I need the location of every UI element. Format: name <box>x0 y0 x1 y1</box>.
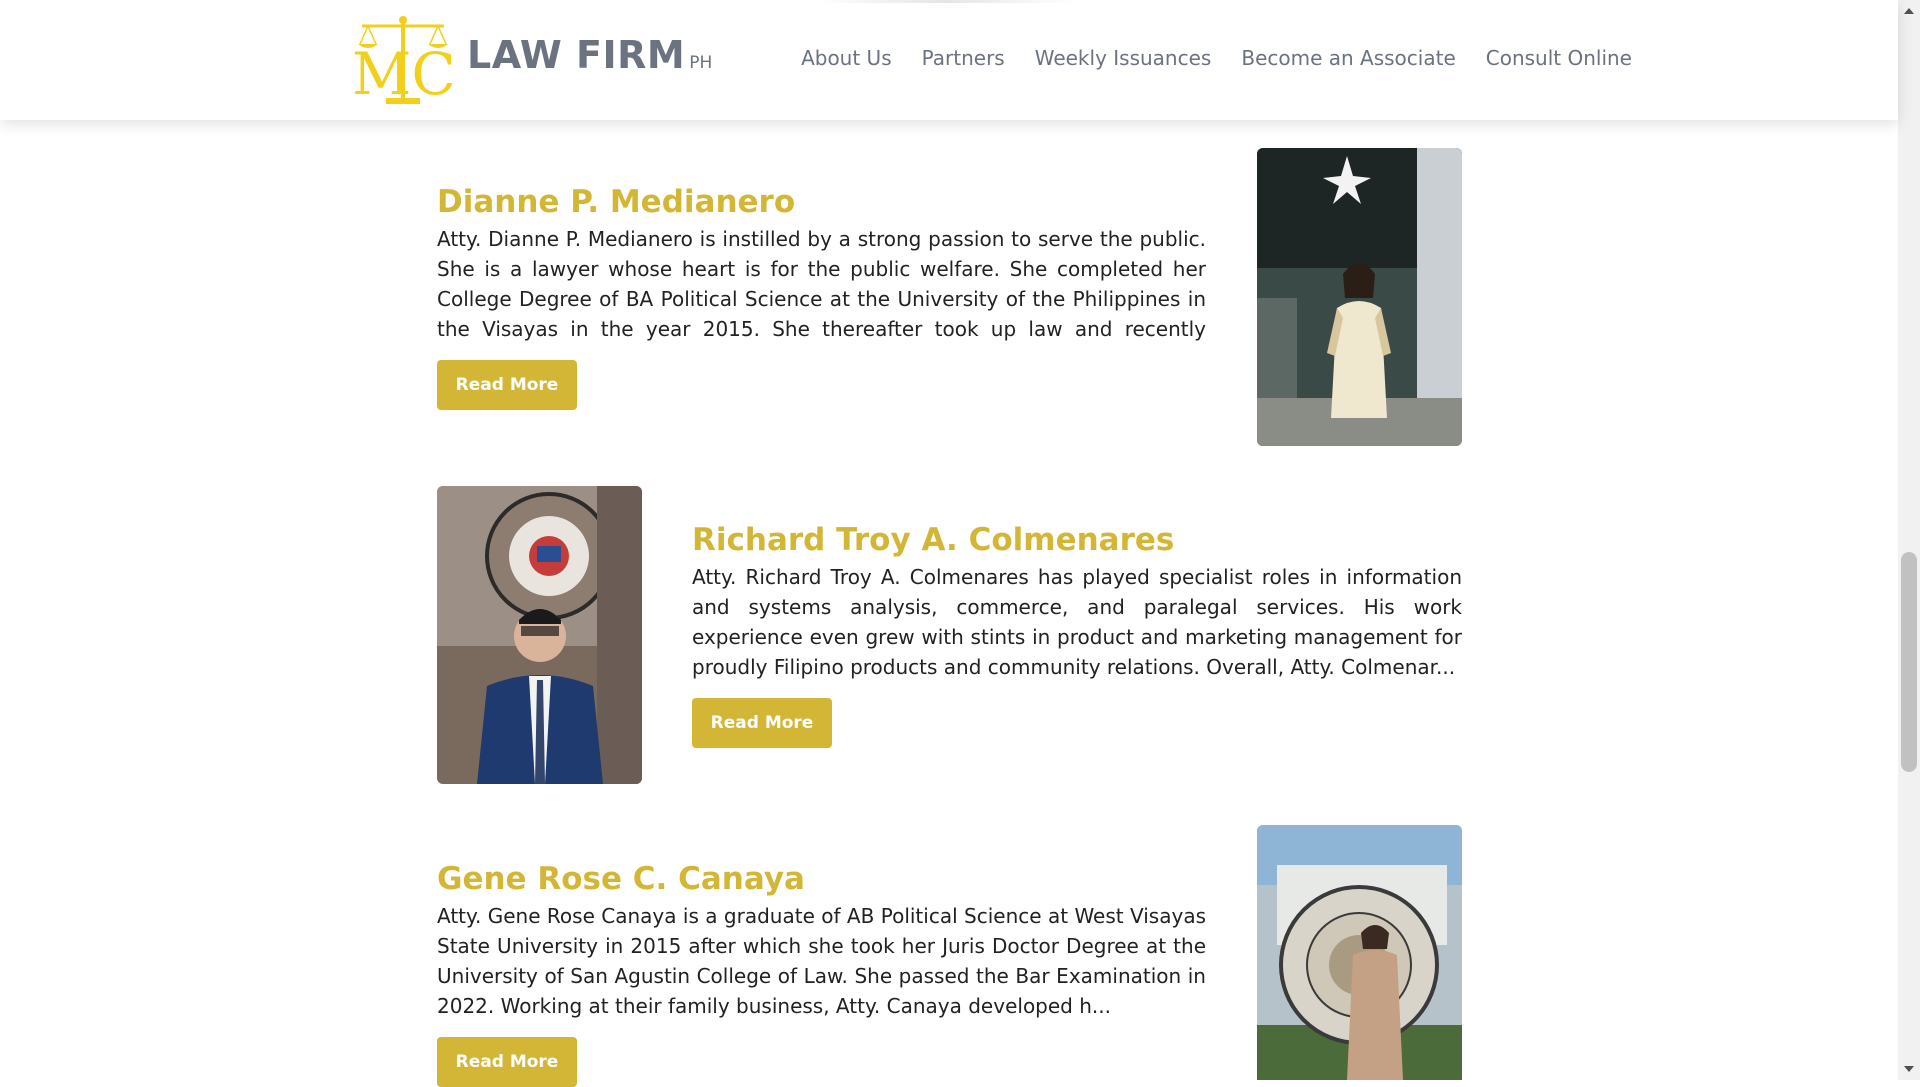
profile-photo <box>437 486 642 784</box>
scroll-down-arrow-icon[interactable] <box>1904 1066 1914 1072</box>
read-more-button[interactable]: Read More <box>692 698 832 748</box>
scrollbar-thumb[interactable] <box>1901 552 1917 772</box>
scroll-up-arrow-icon[interactable] <box>1904 8 1914 14</box>
profile-card-canaya: Gene Rose C. Canaya Atty. Gene Rose Cana… <box>437 825 1462 1087</box>
profile-photo <box>1257 825 1462 1080</box>
profile-bio: Atty. Dianne P. Medianero is instilled b… <box>437 227 1206 341</box>
brand-suffix: PH <box>689 53 713 73</box>
profile-photo <box>1257 148 1462 446</box>
read-more-button[interactable]: Read More <box>437 360 577 410</box>
logo-letters: MC <box>352 40 456 106</box>
profile-bio: Atty. Gene Rose Canaya is a graduate of … <box>437 904 1206 1018</box>
nav-weekly-issuances[interactable]: Weekly Issuances <box>1035 46 1212 70</box>
nav-partners[interactable]: Partners <box>922 46 1005 70</box>
header-top-divider <box>815 0 1075 3</box>
site-header: MC LAW FIRM PH About Us Partners Weekly … <box>0 0 1898 120</box>
vertical-scrollbar[interactable] <box>1898 0 1920 1080</box>
brand-wordmark[interactable]: LAW FIRM PH <box>467 33 712 83</box>
main-nav: About Us Partners Weekly Issuances Becom… <box>801 46 1632 70</box>
brand-name: LAW FIRM <box>467 33 686 77</box>
profile-bio: Atty. Richard Troy A. Colmenares has pla… <box>692 565 1462 679</box>
profile-name: Richard Troy A. Colmenares <box>692 522 1175 558</box>
law-firm-logo[interactable]: MC <box>350 14 456 106</box>
profile-card-medianero: Dianne P. Medianero Atty. Dianne P. Medi… <box>437 148 1462 448</box>
profile-name: Gene Rose C. Canaya <box>437 861 805 897</box>
nav-consult-online[interactable]: Consult Online <box>1486 46 1632 70</box>
profile-card-colmenares: Richard Troy A. Colmenares Atty. Richard… <box>437 486 1462 786</box>
nav-become-an-associate[interactable]: Become an Associate <box>1241 46 1455 70</box>
profile-name: Dianne P. Medianero <box>437 184 796 220</box>
nav-about-us[interactable]: About Us <box>801 46 892 70</box>
